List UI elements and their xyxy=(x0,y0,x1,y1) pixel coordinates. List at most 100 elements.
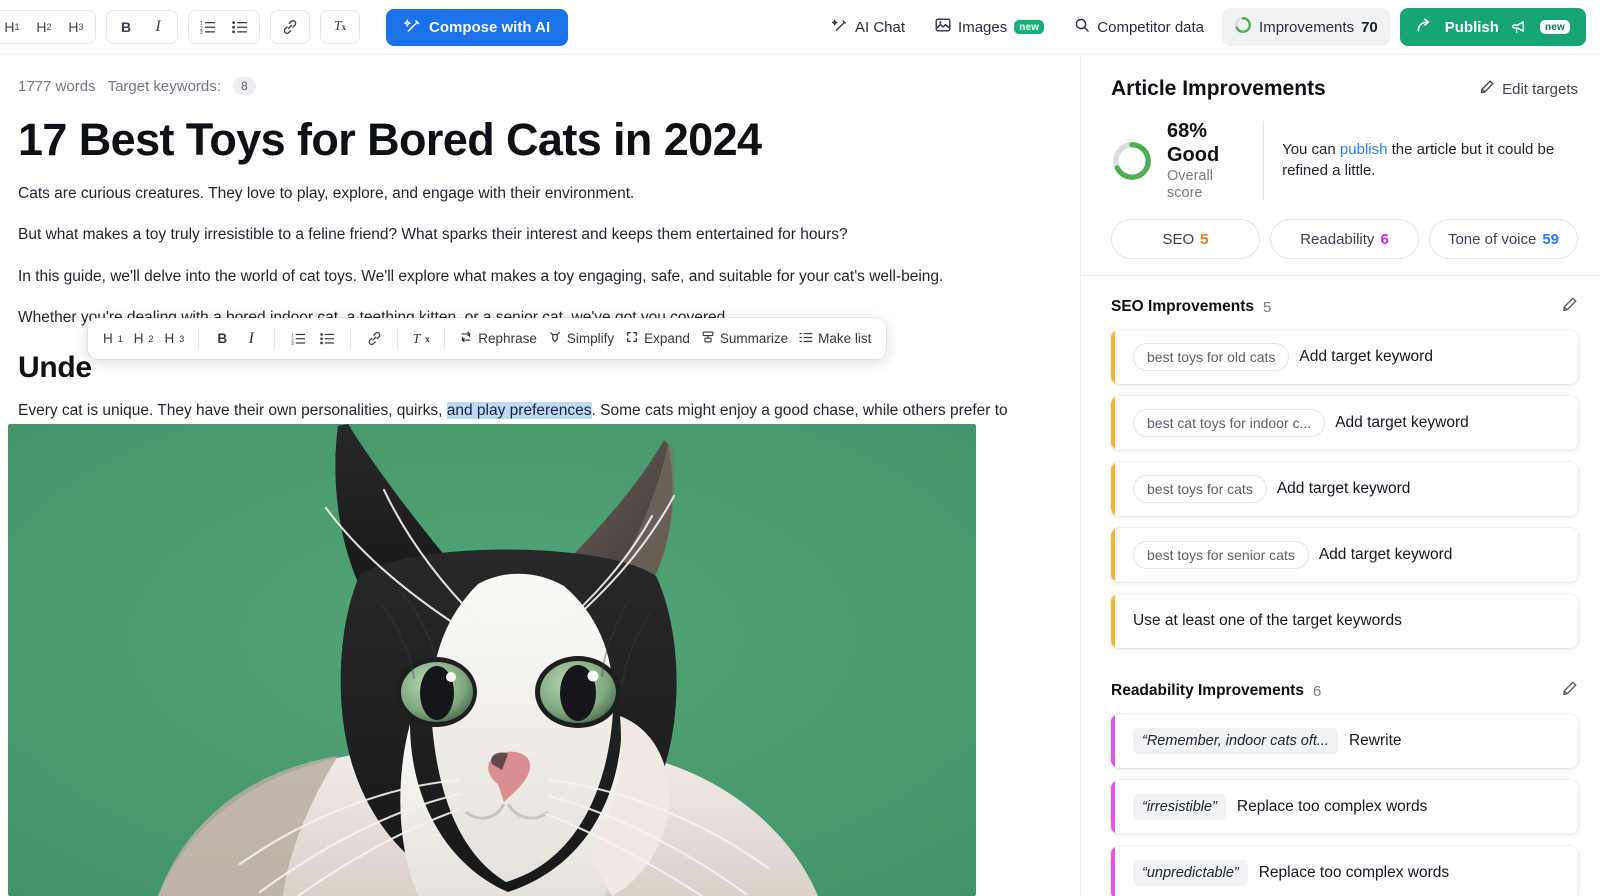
divider xyxy=(1263,121,1264,201)
float-heading-1-button[interactable]: H1 xyxy=(98,325,128,353)
simplify-button[interactable]: Simplify xyxy=(543,325,619,353)
megaphone-icon[interactable] xyxy=(1511,19,1528,36)
link-icon[interactable] xyxy=(275,13,305,41)
float-clear-formatting-button[interactable]: Tx xyxy=(407,325,435,353)
target-keywords-label: Target keywords: xyxy=(108,78,221,95)
edit-targets-button[interactable]: Edit targets xyxy=(1479,79,1578,99)
section-title-seo: SEO Improvements xyxy=(1111,298,1254,316)
overall-score-row: 68% Good Overall score You can publish t… xyxy=(1081,119,1600,203)
keyword-chip: best toys for cats xyxy=(1133,475,1267,503)
heading-3-button[interactable]: H3 xyxy=(61,13,91,41)
score-pills: SEO 5 Readability 6 Tone of voice 59 xyxy=(1081,203,1600,275)
clear-format-group: Tx xyxy=(320,10,360,44)
share-arrow-icon xyxy=(1416,17,1433,38)
compose-with-ai-button[interactable]: Compose with AI xyxy=(386,9,568,46)
summarize-button[interactable]: Summarize xyxy=(696,325,793,353)
improvements-list: SEO Improvements 5 best toys for old cat… xyxy=(1081,276,1600,896)
improvement-action: Add target keyword xyxy=(1319,546,1453,564)
ai-sparkle-icon xyxy=(404,17,421,38)
sidebar-header: Article Improvements Edit targets xyxy=(1081,55,1600,119)
edit-readability-icon[interactable] xyxy=(1561,680,1578,702)
article-image[interactable] xyxy=(8,424,976,896)
float-heading-3-button[interactable]: H3 xyxy=(160,325,190,353)
link-group xyxy=(270,10,310,44)
rephrase-icon xyxy=(459,330,473,347)
pill-tone-label: Tone of voice xyxy=(1448,231,1536,248)
paragraph-5-text-before: Every cat is unique. They have their own… xyxy=(18,402,447,419)
float-ai-actions-group: Rephrase Simplify Expand Summarize Make … xyxy=(450,325,880,353)
improvement-item[interactable]: best toys for old cats Add target keywor… xyxy=(1111,330,1578,384)
improvement-action: Add target keyword xyxy=(1277,480,1411,498)
improvement-item[interactable]: “unpredictable” Replace too complex word… xyxy=(1111,846,1578,896)
collapse-sidebar-button[interactable]: » xyxy=(1080,63,1081,111)
pill-seo-value: 5 xyxy=(1200,231,1208,248)
make-list-button[interactable]: Make list xyxy=(794,325,876,353)
heading-2-button[interactable]: H2 xyxy=(29,13,59,41)
clear-formatting-button[interactable]: Tx xyxy=(325,13,355,41)
improvements-sidebar: » Article Improvements Edit targets 68% … xyxy=(1080,55,1600,896)
float-ordered-list-icon[interactable]: 123 xyxy=(284,325,312,353)
edit-seo-icon[interactable] xyxy=(1561,296,1578,318)
float-bullet-list-icon[interactable] xyxy=(313,325,341,353)
divider xyxy=(350,328,351,350)
list-group: 123 xyxy=(188,10,260,44)
section-header-readability: Readability Improvements 6 xyxy=(1111,660,1578,714)
rephrase-button[interactable]: Rephrase xyxy=(454,325,542,353)
float-link-icon[interactable] xyxy=(360,325,388,353)
page-title: 17 Best Toys for Bored Cats in 2024 xyxy=(18,113,1032,166)
document-meta: 1777 words Target keywords: 8 xyxy=(18,55,1032,95)
expand-icon xyxy=(625,330,639,347)
ai-chat-label: AI Chat xyxy=(855,19,905,36)
improvement-action: Use at least one of the target keywords xyxy=(1133,612,1402,630)
cat-photo-illustration xyxy=(8,424,976,896)
paragraph-1: Cats are curious creatures. They love to… xyxy=(18,182,1032,205)
ai-chat-button[interactable]: AI Chat xyxy=(820,9,917,45)
overall-score-donut xyxy=(1111,140,1153,182)
edit-targets-label: Edit targets xyxy=(1502,81,1578,98)
pill-readability-label: Readability xyxy=(1300,231,1374,248)
float-bold-button[interactable]: B xyxy=(208,325,236,353)
images-button[interactable]: Images new xyxy=(923,9,1056,45)
improvements-count: 70 xyxy=(1361,19,1378,36)
italic-button[interactable]: I xyxy=(143,13,173,41)
improvement-item[interactable]: best cat toys for indoor c... Add target… xyxy=(1111,396,1578,450)
publish-new-badge: new xyxy=(1540,20,1570,34)
word-count: 1777 words xyxy=(18,78,96,95)
improvement-action: Replace too complex words xyxy=(1237,798,1427,816)
improvements-button[interactable]: Improvements 70 xyxy=(1222,8,1390,46)
improvement-item[interactable]: Use at least one of the target keywords xyxy=(1111,594,1578,648)
heading-1-button[interactable]: H1 xyxy=(0,13,27,41)
improvement-item[interactable]: best toys for senior cats Add target key… xyxy=(1111,528,1578,582)
publish-link[interactable]: publish xyxy=(1340,141,1388,158)
score-ring-icon xyxy=(1234,16,1252,38)
float-heading-2-button[interactable]: H2 xyxy=(129,325,159,353)
bold-button[interactable]: B xyxy=(111,13,141,41)
paragraph-2: But what makes a toy truly irresistible … xyxy=(18,223,1032,246)
pill-tone-of-voice[interactable]: Tone of voice 59 xyxy=(1429,219,1578,259)
float-italic-button[interactable]: I xyxy=(237,325,265,353)
float-style-group: B I xyxy=(204,325,269,353)
images-new-badge: new xyxy=(1014,20,1044,34)
float-heading-group: H1 H2 H3 xyxy=(94,325,193,353)
float-clear-group: Tx xyxy=(403,325,439,353)
bullet-list-icon[interactable] xyxy=(225,13,255,41)
simplify-icon xyxy=(548,330,562,347)
improvement-item[interactable]: “irresistible” Replace too complex words xyxy=(1111,780,1578,834)
competitor-data-button[interactable]: Competitor data xyxy=(1062,9,1216,45)
make-list-icon xyxy=(799,331,813,347)
improvement-item[interactable]: best toys for cats Add target keyword xyxy=(1111,462,1578,516)
pill-readability-value: 6 xyxy=(1380,231,1388,248)
improvement-item[interactable]: “Remember, indoor cats oft... Rewrite xyxy=(1111,714,1578,768)
section-header-seo: SEO Improvements 5 xyxy=(1111,276,1578,330)
formatting-toolbar-group: H1 H2 H3 B I 123 Tx xyxy=(0,9,568,46)
expand-button[interactable]: Expand xyxy=(620,325,695,353)
pill-readability[interactable]: Readability 6 xyxy=(1270,219,1419,259)
float-link-group xyxy=(356,325,392,353)
pill-seo[interactable]: SEO 5 xyxy=(1111,219,1260,259)
ordered-list-icon[interactable]: 123 xyxy=(193,13,223,41)
competitor-data-label: Competitor data xyxy=(1097,19,1204,36)
selected-text[interactable]: and play preferences xyxy=(447,402,592,419)
pill-seo-label: SEO xyxy=(1162,231,1194,248)
publish-button[interactable]: Publish new xyxy=(1400,8,1586,46)
publish-label: Publish xyxy=(1445,19,1499,36)
